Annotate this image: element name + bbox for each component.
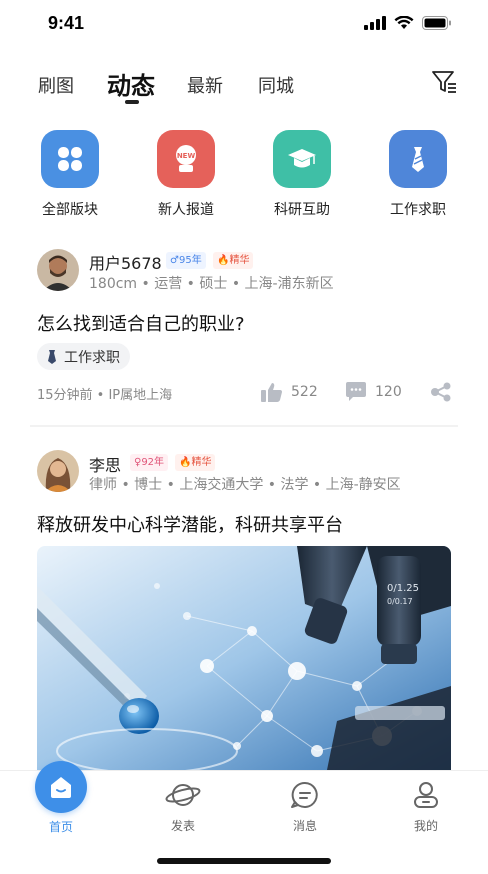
thumbs-up-icon: [261, 383, 282, 402]
featured-badge: 🔥精华: [213, 252, 254, 269]
nav-label: 我的: [413, 819, 438, 833]
signal-icon: [364, 16, 386, 30]
category-label: 工作求职: [390, 202, 446, 218]
tab-tongcheng[interactable]: 同城: [258, 72, 294, 98]
comment-count: 120: [375, 384, 402, 400]
nav-home-label[interactable]: 首页: [35, 818, 87, 835]
four-petals-icon: [41, 130, 99, 188]
share-button[interactable]: [430, 382, 452, 402]
post-footer: 15分钟前 • IP属地上海 522 120: [37, 382, 458, 404]
post-title[interactable]: 释放研发中心科学潜能，科研共享平台: [37, 511, 343, 537]
category-newcomer[interactable]: NEW 新人报道: [136, 130, 236, 219]
active-tab-indicator: [125, 100, 139, 104]
comment-icon: [346, 382, 366, 401]
avatar[interactable]: [37, 450, 79, 492]
home-icon: [51, 777, 71, 798]
flame-icon: 🔥: [179, 457, 192, 468]
post-tag[interactable]: 工作求职: [37, 343, 130, 370]
share-icon: [431, 382, 451, 402]
user-meta: 律师 • 博士 • 上海交通大学 • 法学 • 上海-静安区: [89, 477, 401, 493]
like-button[interactable]: 522: [261, 382, 318, 402]
gender-age-badge: ♀92年: [130, 454, 169, 471]
like-count: 522: [291, 384, 318, 400]
planet-icon: [165, 784, 201, 806]
tab-dongtai[interactable]: 动态: [107, 66, 155, 101]
post-time: 15分钟前 • IP属地上海: [37, 388, 173, 403]
profile-icon: [414, 782, 438, 808]
category-label: 全部版块: [42, 202, 98, 218]
top-tabs: 刷图 动态 最新 同城: [38, 66, 458, 106]
tag-label: 工作求职: [64, 349, 120, 366]
category-research[interactable]: 科研互助: [252, 130, 352, 219]
status-bar: 9:41: [0, 0, 488, 50]
home-indicator[interactable]: [157, 858, 331, 864]
nav-messages[interactable]: 消息: [275, 781, 335, 834]
graduation-cap-icon: [273, 130, 331, 188]
nav-publish[interactable]: 发表: [153, 781, 213, 834]
user-meta: 180cm • 运营 • 硕士 • 上海-浦东新区: [89, 276, 334, 292]
gender-age-badge: ♂95年: [166, 252, 206, 269]
svg-text:0/0.17: 0/0.17: [387, 597, 413, 606]
username[interactable]: 用户5678: [89, 250, 162, 274]
battery-icon: [422, 16, 451, 30]
tab-shuatu[interactable]: 刷图: [38, 72, 74, 98]
nav-home-button[interactable]: [35, 761, 87, 813]
category-label: 新人报道: [158, 202, 214, 218]
filter-button[interactable]: [430, 68, 458, 96]
new-badge-icon: NEW: [157, 130, 215, 188]
flame-icon: 🔥: [217, 255, 230, 266]
filter-icon: [432, 71, 456, 93]
comment-button[interactable]: 120: [345, 382, 402, 402]
post-title[interactable]: 怎么找到适合自己的职业?: [37, 310, 245, 336]
category-grid: 全部版块 NEW 新人报道 科研互助 工作求职: [0, 130, 488, 222]
category-all-sections[interactable]: 全部版块: [20, 130, 120, 219]
wifi-icon: [394, 16, 414, 29]
post-divider: [30, 425, 458, 427]
nav-profile[interactable]: 我的: [396, 781, 456, 834]
avatar[interactable]: [37, 249, 79, 291]
tie-icon: [389, 130, 447, 188]
featured-badge: 🔥精华: [175, 454, 216, 471]
nav-label: 发表: [170, 819, 195, 833]
nav-label: 消息: [292, 819, 317, 833]
username[interactable]: 李思: [89, 452, 121, 476]
status-time: 9:41: [48, 13, 85, 33]
message-icon: [291, 781, 318, 808]
tie-icon: [48, 349, 56, 364]
svg-text:NEW: NEW: [177, 152, 196, 160]
post-image[interactable]: 0/1.25 0/0.17: [37, 546, 451, 770]
tab-zuixin[interactable]: 最新: [187, 72, 223, 98]
category-jobs[interactable]: 工作求职: [368, 130, 468, 219]
status-icons: [364, 16, 452, 30]
category-label: 科研互助: [274, 202, 330, 218]
svg-text:0/1.25: 0/1.25: [387, 583, 419, 594]
